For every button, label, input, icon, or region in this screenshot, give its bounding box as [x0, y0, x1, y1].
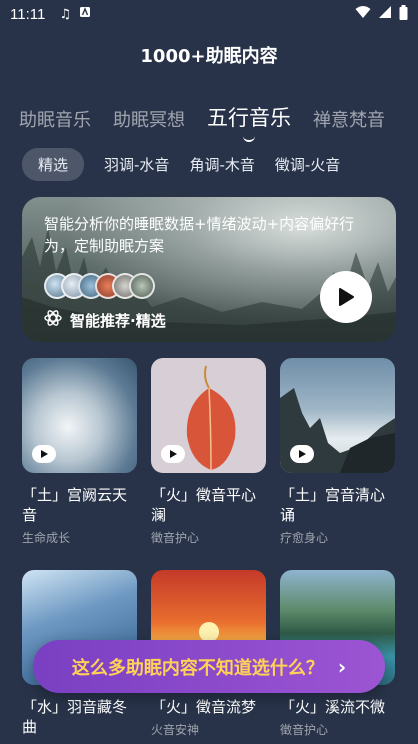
chip-zhi-fire[interactable]: 徵调-火音: [275, 148, 340, 181]
card-subtitle: 火音安神: [151, 723, 200, 737]
battery-icon: [399, 4, 408, 24]
card-title: 「土」宫音清心诵: [280, 486, 386, 524]
card-subtitle: 生命成长: [22, 531, 71, 545]
play-icon: [170, 450, 177, 458]
page-title: 1000+助眠内容: [140, 46, 278, 67]
music-note-icon: ♫: [59, 6, 71, 22]
signal-icon: [378, 5, 392, 23]
play-icon: [41, 450, 48, 458]
banner-tag-label: 智能推荐·精选: [70, 311, 166, 330]
cta-label: 这么多助眠内容不知道选什么？: [71, 657, 324, 679]
content-card[interactable]: 「火」徵音平心澜 徵音护心: [151, 358, 266, 546]
filter-chips: 精选 羽调-水音 角调-木音 徵调-火音: [22, 147, 418, 181]
chip-yu-water[interactable]: 羽调-水音: [104, 148, 169, 181]
chip-jue-wood[interactable]: 角调-木音: [189, 148, 254, 181]
card-title: 「水」羽音藏冬曲: [22, 698, 128, 736]
content-card[interactable]: 「土」宫音清心诵 疗愈身心: [280, 358, 395, 546]
card-image-mountain: [280, 358, 395, 473]
card-title: 「火」徵音平心澜: [151, 486, 257, 524]
card-subtitle: 疗愈身心: [280, 531, 329, 545]
tab-sleep-meditation[interactable]: 助眠冥想: [113, 106, 185, 132]
atom-icon: [44, 309, 62, 331]
wifi-icon: [355, 5, 371, 23]
card-image-leaf: [151, 358, 266, 473]
banner-description: 智能分析你的睡眠数据+情绪波动+内容偏好行为，定制助眠方案: [44, 215, 355, 255]
tab-zen-chant[interactable]: 禅意梵音: [313, 106, 385, 132]
category-tabs: 助眠音乐 助眠冥想 五行音乐 禅意梵音: [19, 96, 418, 132]
card-play-button[interactable]: [161, 445, 185, 463]
sun-illustration: [199, 622, 219, 642]
card-subtitle: 徵音护心: [151, 531, 200, 545]
card-title: 「火」徵音流梦: [151, 698, 257, 716]
card-subtitle: 徵音护心: [280, 723, 329, 737]
status-indicators: [355, 4, 408, 24]
card-title: 「土」宫阙云天音: [22, 486, 128, 524]
play-icon: [299, 450, 306, 458]
chevron-right-icon: ›: [337, 654, 347, 679]
chip-featured[interactable]: 精选: [22, 147, 85, 181]
tab-sleep-music[interactable]: 助眠音乐: [19, 106, 91, 132]
app-badge-icon: [79, 6, 91, 22]
status-time: 11:11: [10, 5, 46, 23]
thumbnail: [129, 273, 155, 299]
card-image-clouds: [22, 358, 137, 473]
card-play-button[interactable]: [32, 445, 56, 463]
banner-play-button[interactable]: [320, 271, 372, 323]
card-title: 「火」溪流不微: [280, 698, 386, 716]
play-icon: [339, 288, 354, 306]
recommend-banner[interactable]: 智能分析你的睡眠数据+情绪波动+内容偏好行为，定制助眠方案 智能推荐·精选: [22, 197, 396, 342]
content-card[interactable]: 「土」宫阙云天音 生命成长: [22, 358, 137, 546]
card-play-button[interactable]: [290, 445, 314, 463]
banner-tag: 智能推荐·精选: [44, 309, 166, 331]
tab-five-elements-music[interactable]: 五行音乐: [207, 102, 291, 132]
help-me-choose-button[interactable]: 这么多助眠内容不知道选什么？ ›: [33, 640, 385, 693]
status-bar: 11:11 ♫: [0, 0, 418, 28]
